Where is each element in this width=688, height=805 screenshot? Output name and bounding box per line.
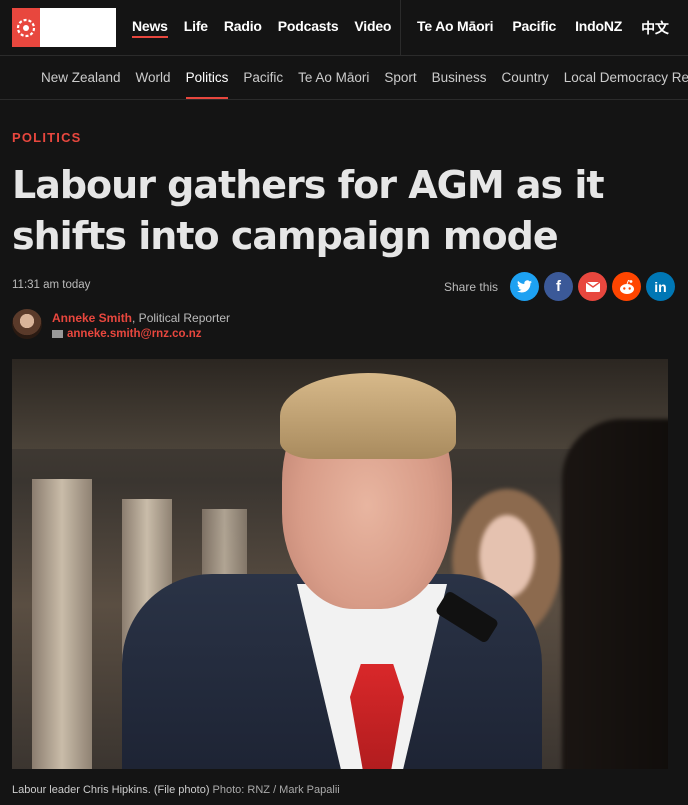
nav-podcasts[interactable]: Podcasts xyxy=(278,18,339,38)
subnav-pacific[interactable]: Pacific xyxy=(243,70,283,85)
subnav-country[interactable]: Country xyxy=(501,70,548,85)
caption-credit: Photo: RNZ / Mark Papalii xyxy=(212,784,340,796)
photo-hair xyxy=(280,373,456,459)
section-tag[interactable]: POLITICS xyxy=(12,130,82,145)
subnav-world[interactable]: World xyxy=(136,70,171,85)
author-details: Anneke Smith, Political Reporter anneke.… xyxy=(52,309,230,340)
subnav-business[interactable]: Business xyxy=(432,70,487,85)
section-subnav: New Zealand World Politics Pacific Te Ao… xyxy=(0,56,688,100)
photo-foreground-shadow xyxy=(562,419,668,769)
linkedin-share-button[interactable]: in xyxy=(646,272,676,301)
share-bar: Share this f in xyxy=(444,272,676,301)
nav-divider xyxy=(400,0,401,56)
photo-pillar xyxy=(32,479,92,769)
primary-nav: News Life Radio Podcasts Video xyxy=(132,18,407,38)
author-name[interactable]: Anneke Smith xyxy=(52,311,132,325)
subnav-local-democracy[interactable]: Local Democracy Reporting xyxy=(564,70,688,85)
article-timestamp: 11:31 am today xyxy=(12,279,91,291)
nav-pacific[interactable]: Pacific xyxy=(512,18,556,38)
top-bar: News Life Radio Podcasts Video Te Ao Māo… xyxy=(0,0,688,56)
email-icon xyxy=(585,281,600,292)
photo-caption: Labour leader Chris Hipkins. (File photo… xyxy=(12,784,340,796)
author-role: , Political Reporter xyxy=(132,311,231,325)
twitter-icon xyxy=(517,280,533,293)
author-email[interactable]: anneke.smith@rnz.co.nz xyxy=(67,328,202,340)
rnz-logo-icon xyxy=(12,8,40,47)
nav-video[interactable]: Video xyxy=(354,18,391,38)
caption-text: Labour leader Chris Hipkins. (File photo… xyxy=(12,784,210,796)
linkedin-icon: in xyxy=(654,278,667,295)
rnz-logo[interactable] xyxy=(12,8,116,47)
nav-te-ao-maori[interactable]: Te Ao Māori xyxy=(417,18,494,38)
author-byline: Anneke Smith, Political Reporter anneke.… xyxy=(12,309,230,340)
subnav-politics[interactable]: Politics xyxy=(185,70,228,99)
author-avatar[interactable] xyxy=(12,309,42,339)
subnav-new-zealand[interactable]: New Zealand xyxy=(41,70,121,85)
author-email-link[interactable]: anneke.smith@rnz.co.nz xyxy=(52,328,230,340)
mail-icon xyxy=(52,330,63,338)
reddit-share-button[interactable] xyxy=(612,272,642,301)
facebook-share-button[interactable]: f xyxy=(544,272,574,301)
email-share-button[interactable] xyxy=(578,272,608,301)
twitter-share-button[interactable] xyxy=(510,272,540,301)
subnav-te-ao-maori[interactable]: Te Ao Māori xyxy=(298,70,369,85)
share-label: Share this xyxy=(444,279,499,294)
nav-indonz[interactable]: IndoNZ xyxy=(575,18,622,38)
article-headline: Labour gathers for AGM as it shifts into… xyxy=(12,163,605,258)
nav-radio[interactable]: Radio xyxy=(224,18,262,38)
reddit-icon xyxy=(619,279,634,294)
nav-news[interactable]: News xyxy=(132,18,168,38)
article-photo[interactable] xyxy=(12,359,668,769)
language-nav: Te Ao Māori Pacific IndoNZ 中文 xyxy=(417,18,688,38)
nav-life[interactable]: Life xyxy=(184,18,208,38)
subnav-sport[interactable]: Sport xyxy=(384,70,416,85)
facebook-icon: f xyxy=(556,278,562,295)
nav-chinese[interactable]: 中文 xyxy=(641,18,669,38)
